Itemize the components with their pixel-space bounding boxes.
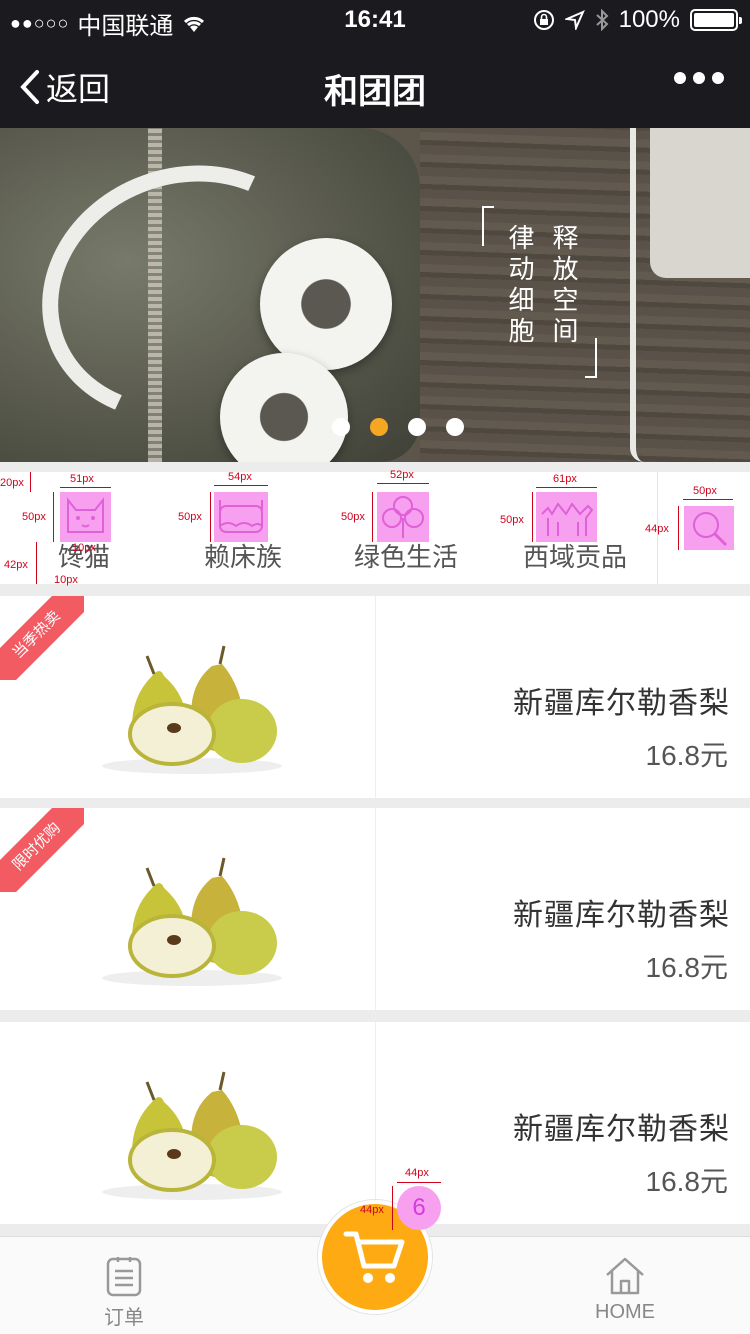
tab-label: HOME (595, 1301, 655, 1323)
search-icon (684, 506, 734, 550)
measure-label: 44px (645, 523, 669, 535)
bed-icon (214, 492, 268, 542)
pear-image (102, 645, 282, 774)
card-divider (375, 596, 376, 798)
measure-label: 50px (178, 511, 202, 523)
product-name: 新疆库尔勒香梨 (513, 899, 730, 932)
measure-line (30, 472, 31, 492)
camel-icon (536, 492, 597, 542)
carousel-indicator (0, 418, 750, 436)
measure-line (372, 492, 373, 542)
category-label: 赖床族 (204, 542, 283, 572)
category-label: 西域贡品 (523, 542, 628, 572)
measure-line (397, 1182, 441, 1183)
more-menu-icon[interactable] (674, 72, 724, 84)
measure-label: 54px (228, 471, 252, 483)
cart-count-badge: 6 (397, 1186, 441, 1230)
pear-image (102, 857, 282, 986)
measure-line (532, 492, 533, 542)
ribbon-flash-sale: 限时优购 (0, 808, 84, 892)
measure-label: 10px (54, 574, 78, 586)
status-bar: ●●○○○ 中国联通 16:41 100% (0, 0, 750, 40)
card-divider (375, 1022, 376, 1224)
carousel-dot[interactable] (446, 418, 464, 436)
product-card[interactable]: 新疆库尔勒香梨 16.8元 (0, 1022, 750, 1224)
carousel-dot[interactable] (408, 418, 426, 436)
cart-icon (343, 1231, 405, 1283)
measure-line (60, 487, 111, 488)
category-item-bed[interactable]: 赖床族 (170, 472, 320, 584)
product-price: 16.8元 (645, 740, 729, 771)
measure-line (377, 483, 429, 484)
measure-line (214, 485, 268, 486)
measure-label: 20px (0, 477, 24, 489)
product-price: 16.8元 (645, 1166, 729, 1197)
card-divider (375, 808, 376, 1010)
tab-home[interactable]: HOME (565, 1237, 685, 1334)
carousel-dot[interactable] (332, 418, 350, 436)
battery-icon (690, 9, 742, 31)
product-card[interactable]: 新疆库尔勒香梨 16.8元 限时优购 (0, 808, 750, 1010)
tab-orders[interactable]: 订单 (64, 1237, 184, 1334)
measure-line (53, 492, 54, 542)
banner-carousel[interactable]: 释放空间 律动细胞 (0, 128, 750, 462)
product-price: 16.8元 (645, 952, 729, 983)
measure-line (678, 506, 679, 550)
slogan-column: 释放空间 (548, 224, 578, 348)
category-item-green-life[interactable]: 绿色生活 (330, 472, 490, 584)
measure-line (683, 499, 733, 500)
bluetooth-icon (595, 9, 609, 31)
ribbon-hot-sale: 当季热卖 (0, 596, 84, 680)
location-icon (564, 10, 585, 30)
clover-icon (377, 492, 429, 542)
measure-label: 50px (341, 511, 365, 523)
status-right: 100% (533, 6, 742, 34)
measure-label: 10px (72, 542, 96, 554)
measure-label: 61px (553, 473, 577, 485)
measure-label: 50px (22, 511, 46, 523)
measure-label: 50px (500, 514, 524, 526)
product-name: 新疆库尔勒香梨 (513, 687, 730, 720)
category-bar: 馋猫 赖床族 绿色生活 西域贡品 (0, 472, 750, 584)
category-item-western-tribute[interactable]: 西域贡品 (500, 472, 650, 584)
measure-label: 42px (4, 559, 28, 571)
page-title: 和团团 (324, 73, 426, 111)
battery-percent: 100% (618, 6, 680, 33)
orientation-lock-icon (533, 10, 554, 30)
product-card[interactable]: 新疆库尔勒香梨 16.8元 当季热卖 (0, 596, 750, 798)
measure-label: 51px (70, 473, 94, 485)
category-label: 绿色生活 (354, 542, 459, 572)
slogan-bracket (482, 206, 494, 246)
product-name: 新疆库尔勒香梨 (513, 1113, 730, 1146)
measure-line (536, 487, 597, 488)
banner-slogan: 释放空间 律动细胞 (482, 206, 597, 378)
carousel-dot-active[interactable] (370, 418, 388, 436)
measure-line (210, 492, 211, 542)
headphone-cup (260, 238, 392, 370)
nav-bar: 返回 和团团 (0, 40, 750, 128)
slogan-column: 律动细胞 (504, 224, 534, 348)
tab-label: 订单 (104, 1307, 144, 1329)
measure-label: 44px (360, 1204, 384, 1216)
pear-image (102, 1071, 282, 1200)
order-list-icon (106, 1257, 142, 1297)
measure-label: 52px (390, 469, 414, 481)
cat-icon (60, 492, 111, 542)
banner-laptop-corner (650, 128, 750, 278)
measure-label: 44px (405, 1167, 429, 1179)
home-icon (606, 1257, 644, 1295)
clock-icon (5, 813, 23, 831)
sprout-icon (5, 601, 23, 619)
measure-line (392, 1186, 393, 1230)
measure-label: 50px (693, 485, 717, 497)
slogan-bracket (585, 338, 597, 378)
banner-cable (630, 128, 644, 462)
measure-line (36, 542, 37, 584)
